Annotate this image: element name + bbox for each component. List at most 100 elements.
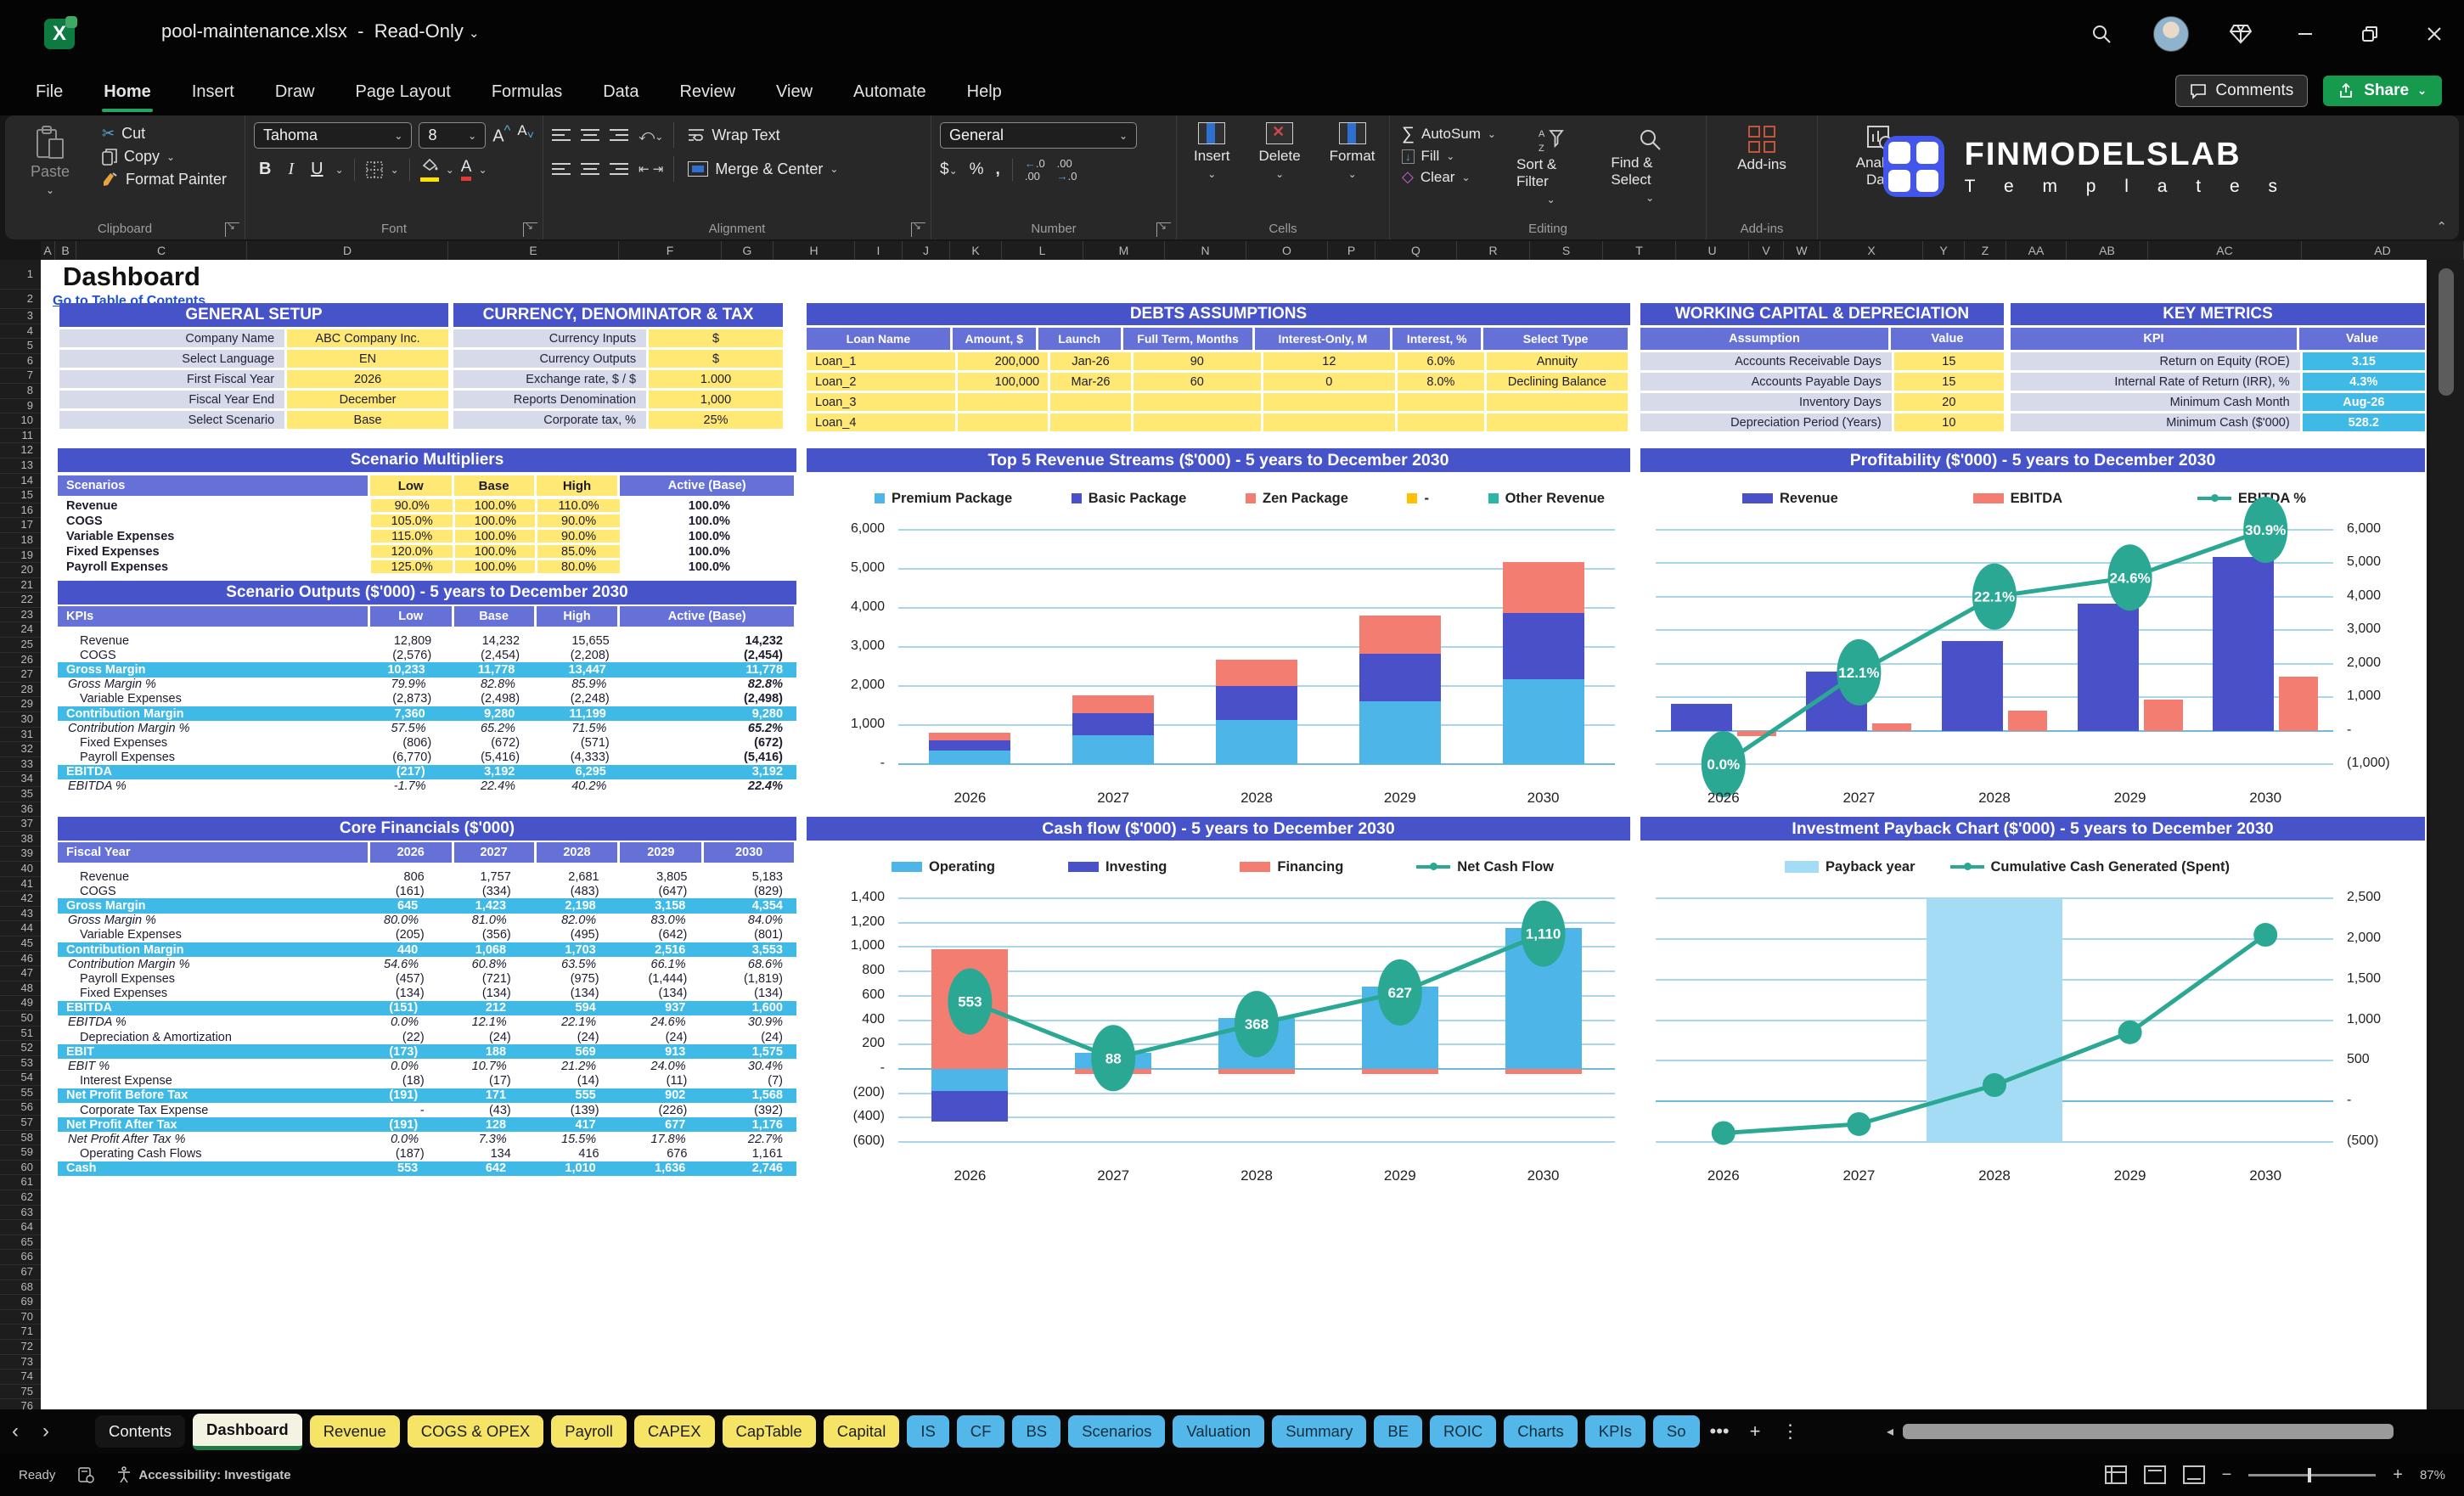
loan-cell[interactable]: 0: [1263, 373, 1396, 391]
delete-cells-button[interactable]: Delete⌄: [1251, 122, 1309, 217]
row-header-42[interactable]: 42: [0, 891, 41, 907]
row-header-21[interactable]: 21: [0, 578, 41, 593]
row-value[interactable]: 10: [1893, 413, 2004, 431]
menu-tab-review[interactable]: Review: [678, 76, 737, 109]
row-header-67[interactable]: 67: [0, 1265, 41, 1280]
row-header-14[interactable]: 14: [0, 474, 41, 489]
zoom-out-button[interactable]: −: [2222, 1465, 2232, 1485]
sheet-tab-summary[interactable]: Summary: [1272, 1415, 1367, 1448]
format-cells-button[interactable]: Format ⌄: [1321, 122, 1384, 217]
row-header-26[interactable]: 26: [0, 653, 41, 668]
loan-cell[interactable]: 90: [1133, 352, 1261, 370]
wrap-text-button[interactable]: Wrap Text: [684, 124, 783, 147]
column-header-AA[interactable]: AA: [2006, 241, 2067, 260]
loan-cell[interactable]: 12: [1263, 352, 1396, 370]
row-header-35[interactable]: 35: [0, 787, 41, 802]
row-value[interactable]: EN: [287, 350, 448, 368]
loan-cell[interactable]: [1133, 413, 1261, 431]
sheet-tab-roic[interactable]: ROIC: [1430, 1415, 1497, 1448]
align-left-button[interactable]: [552, 160, 571, 178]
menu-tab-automate[interactable]: Automate: [852, 76, 928, 109]
vertical-scrollbar-thumb[interactable]: [2439, 268, 2454, 396]
increase-decimal-button[interactable]: ←.0.00: [1025, 157, 1045, 183]
row-header-43[interactable]: 43: [0, 907, 41, 922]
row-header-66[interactable]: 66: [0, 1250, 41, 1265]
accessibility-status[interactable]: Accessibility: Investigate: [116, 1466, 291, 1483]
find-select-button[interactable]: Find & Select ⌄: [1602, 122, 1697, 205]
loan-cell[interactable]: [1398, 393, 1484, 411]
row-header-19[interactable]: 19: [0, 548, 41, 564]
borders-button[interactable]: [365, 160, 384, 179]
indent-buttons[interactable]: ⇤ ⇥: [639, 161, 663, 177]
column-header-I[interactable]: I: [855, 241, 903, 260]
column-header-S[interactable]: S: [1530, 241, 1603, 260]
column-header-G[interactable]: G: [722, 241, 774, 260]
row-header-56[interactable]: 56: [0, 1100, 41, 1116]
menu-tab-help[interactable]: Help: [965, 76, 1004, 109]
column-header-L[interactable]: L: [1002, 241, 1083, 260]
row-header-9[interactable]: 9: [0, 399, 41, 414]
column-header-W[interactable]: W: [1784, 241, 1820, 260]
new-sheet-button[interactable]: +: [1740, 1420, 1771, 1443]
scenario-input-cell[interactable]: 100.0%: [455, 515, 536, 527]
sheet-tab-captable[interactable]: CapTable: [722, 1415, 816, 1448]
page-break-view-button[interactable]: [2182, 1465, 2205, 1484]
row-value[interactable]: 25%: [649, 411, 783, 429]
row-header-28[interactable]: 28: [0, 683, 41, 698]
row-header-11[interactable]: 11: [0, 429, 41, 444]
column-header-B[interactable]: B: [55, 241, 76, 260]
scenario-input-cell[interactable]: 115.0%: [371, 530, 453, 543]
row-header-62[interactable]: 62: [0, 1190, 41, 1206]
row-header-29[interactable]: 29: [0, 697, 41, 713]
accounting-format-button[interactable]: $⌄: [940, 160, 958, 179]
row-header-16[interactable]: 16: [0, 503, 41, 519]
row-header-40[interactable]: 40: [0, 862, 41, 877]
autosum-button[interactable]: ∑ AutoSum ⌄: [1398, 122, 1499, 146]
column-header-A[interactable]: A: [41, 241, 55, 260]
bold-button[interactable]: B: [254, 160, 276, 179]
row-header-69[interactable]: 69: [0, 1295, 41, 1310]
number-dialog-launcher[interactable]: [1156, 220, 1171, 237]
loan-cell[interactable]: Loan_3: [807, 393, 956, 411]
row-header-74[interactable]: 74: [0, 1369, 41, 1385]
row-value[interactable]: 1,000: [649, 391, 783, 408]
zoom-level[interactable]: 87%: [2420, 1468, 2445, 1482]
column-header-D[interactable]: D: [247, 241, 448, 260]
collapse-ribbon-button[interactable]: ⌃: [2436, 219, 2447, 234]
row-header-60[interactable]: 60: [0, 1161, 41, 1176]
row-header-13[interactable]: 13: [0, 458, 41, 474]
column-header-J[interactable]: J: [903, 241, 950, 260]
percent-style-button[interactable]: %: [970, 160, 984, 179]
font-family-select[interactable]: Tahoma ⌄: [254, 122, 413, 149]
scenario-input-cell[interactable]: 90.0%: [371, 499, 453, 512]
row-header-8[interactable]: 8: [0, 384, 41, 399]
loan-cell[interactable]: 200,000: [958, 352, 1049, 370]
column-header-N[interactable]: N: [1165, 241, 1246, 260]
row-header-20[interactable]: 20: [0, 563, 41, 578]
column-header-P[interactable]: P: [1328, 241, 1375, 260]
sheet-tab-be[interactable]: BE: [1374, 1415, 1423, 1448]
row-header-15[interactable]: 15: [0, 488, 41, 503]
sheet-tab-cogs-opex[interactable]: COGS & OPEX: [407, 1415, 544, 1448]
sheet-tab-kpis[interactable]: KPIs: [1584, 1415, 1645, 1448]
cut-button[interactable]: ✂ Cut: [98, 122, 230, 145]
minimize-button[interactable]: [2292, 21, 2318, 47]
row-value[interactable]: 15: [1893, 373, 2004, 391]
sheet-tab-capital[interactable]: Capital: [823, 1415, 900, 1448]
column-header-M[interactable]: M: [1083, 241, 1165, 260]
alignment-dialog-launcher[interactable]: [911, 220, 925, 237]
sort-filter-button[interactable]: AZ Sort & Filter ⌄: [1508, 122, 1594, 205]
loan-cell[interactable]: [1263, 413, 1396, 431]
row-header-3[interactable]: 3: [0, 309, 41, 324]
row-header-7[interactable]: 7: [0, 368, 41, 384]
scenario-input-cell[interactable]: 85.0%: [537, 545, 620, 558]
column-header-Y[interactable]: Y: [1923, 241, 1965, 260]
row-headers[interactable]: 1 2 3 4 5 6 7 8 9 10 11 12 13 14 15 16 17 18 19 20 21 22 23 24 2…: [0, 260, 41, 1459]
row-header-57[interactable]: 57: [0, 1116, 41, 1131]
worksheet[interactable]: Dashboard Go to Table of Contents GENERA…: [41, 260, 2427, 1409]
column-header-E[interactable]: E: [448, 241, 619, 260]
row-header-5[interactable]: 5: [0, 339, 41, 354]
sheet-tab-payroll[interactable]: Payroll: [551, 1415, 627, 1448]
normal-view-button[interactable]: [2104, 1465, 2127, 1484]
loan-cell[interactable]: [958, 393, 1049, 411]
